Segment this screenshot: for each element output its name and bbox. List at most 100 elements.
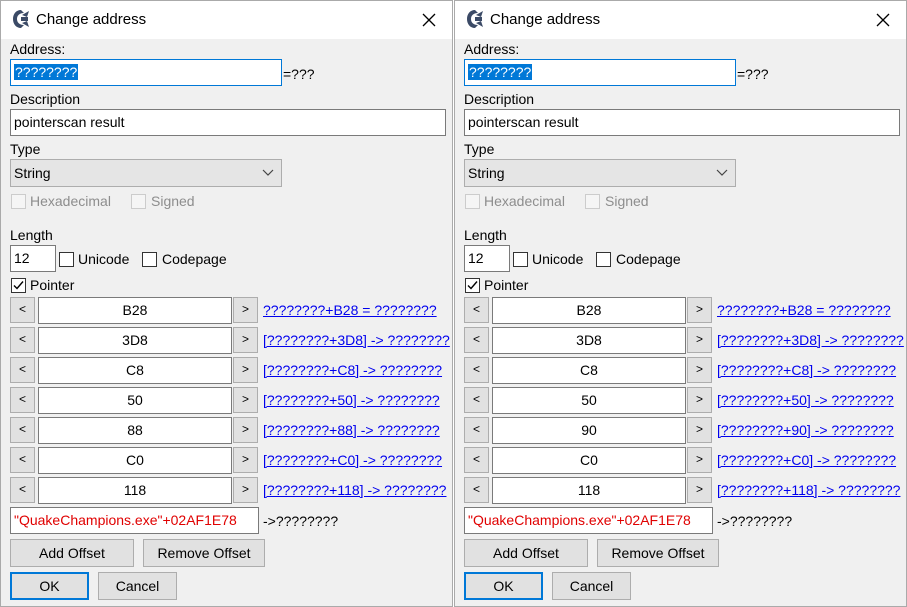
offset-increment-button[interactable]: > [233, 447, 258, 473]
offset-increment-button[interactable]: > [687, 327, 712, 353]
ok-button[interactable]: OK [464, 572, 543, 600]
base-address-input[interactable]: "QuakeChampions.exe"+02AF1E78 [10, 507, 259, 534]
pointer-path-link[interactable]: [????????+3D8] -> ???????? [263, 332, 450, 348]
close-button[interactable] [406, 1, 452, 39]
offset-decrement-button[interactable]: < [464, 297, 489, 323]
signed-checkbox[interactable] [585, 194, 600, 209]
pointer-path-link[interactable]: ????????+B28 = ???????? [263, 302, 437, 318]
offset-increment-button[interactable]: > [233, 477, 258, 503]
hexadecimal-checkbox[interactable] [11, 194, 26, 209]
pointer-path-link[interactable]: [????????+90] -> ???????? [717, 422, 894, 438]
type-select[interactable]: String [10, 159, 282, 187]
offset-input[interactable]: C8 [38, 357, 232, 384]
offset-input[interactable]: B28 [38, 297, 232, 324]
unicode-checkbox[interactable] [59, 252, 74, 267]
offset-decrement-button[interactable]: < [10, 417, 35, 443]
offset-increment-button[interactable]: > [687, 297, 712, 323]
hexadecimal-checkbox[interactable] [465, 194, 480, 209]
offset-decrement-button[interactable]: < [10, 357, 35, 383]
type-label: Type [464, 141, 495, 157]
close-icon [876, 13, 890, 27]
codepage-checkbox[interactable] [142, 252, 157, 267]
address-value: ???????? [468, 64, 533, 80]
description-value: pointerscan result [468, 114, 579, 130]
offset-input[interactable]: 3D8 [492, 327, 686, 354]
address-label: Address: [464, 41, 520, 57]
length-label: Length [464, 227, 507, 243]
offset-increment-button[interactable]: > [687, 387, 712, 413]
offset-input[interactable]: C0 [38, 447, 232, 474]
pointer-path-link[interactable]: [????????+88] -> ???????? [263, 422, 440, 438]
pointer-path-link[interactable]: [????????+50] -> ???????? [717, 392, 894, 408]
description-input[interactable]: pointerscan result [464, 109, 900, 136]
offset-decrement-button[interactable]: < [10, 297, 35, 323]
offset-increment-button[interactable]: > [687, 447, 712, 473]
pointer-path-link[interactable]: [????????+118] -> ???????? [263, 482, 446, 498]
offset-decrement-button[interactable]: < [464, 327, 489, 353]
checkmark-icon [467, 281, 478, 290]
title-bar: Change address [455, 1, 906, 39]
cancel-button[interactable]: Cancel [552, 572, 631, 600]
pointer-path-link[interactable]: [????????+50] -> ???????? [263, 392, 440, 408]
length-input[interactable]: 12 [464, 245, 510, 272]
offset-increment-button[interactable]: > [233, 357, 258, 383]
offset-decrement-button[interactable]: < [464, 417, 489, 443]
offset-input[interactable]: 88 [38, 417, 232, 444]
type-select[interactable]: String [464, 159, 736, 187]
offset-input[interactable]: 50 [492, 387, 686, 414]
offset-input[interactable]: 50 [38, 387, 232, 414]
pointer-path-link[interactable]: [????????+C0] -> ???????? [717, 452, 896, 468]
offset-decrement-button[interactable]: < [464, 477, 489, 503]
offset-increment-button[interactable]: > [687, 417, 712, 443]
offset-decrement-button[interactable]: < [10, 477, 35, 503]
offset-input[interactable]: 118 [38, 477, 232, 504]
signed-checkbox[interactable] [131, 194, 146, 209]
offset-increment-button[interactable]: > [233, 387, 258, 413]
offset-decrement-button[interactable]: < [10, 447, 35, 473]
codepage-checkbox[interactable] [596, 252, 611, 267]
offset-increment-button[interactable]: > [233, 417, 258, 443]
offset-input[interactable]: B28 [492, 297, 686, 324]
offset-increment-button[interactable]: > [233, 327, 258, 353]
offset-input[interactable]: C8 [492, 357, 686, 384]
offset-decrement-button[interactable]: < [10, 387, 35, 413]
pointer-checkbox[interactable] [465, 278, 480, 293]
base-address-input[interactable]: "QuakeChampions.exe"+02AF1E78 [464, 507, 713, 534]
pointer-path-link[interactable]: [????????+118] -> ???????? [717, 482, 900, 498]
description-input[interactable]: pointerscan result [10, 109, 446, 136]
type-selected-value: String [468, 165, 505, 181]
remove-offset-button[interactable]: Remove Offset [143, 539, 265, 567]
cancel-button[interactable]: Cancel [98, 572, 177, 600]
length-value: 12 [468, 250, 484, 266]
pointer-path-link[interactable]: [????????+3D8] -> ???????? [717, 332, 904, 348]
pointer-path-link[interactable]: [????????+C8] -> ???????? [717, 362, 896, 378]
offset-input[interactable]: 3D8 [38, 327, 232, 354]
offset-decrement-button[interactable]: < [464, 447, 489, 473]
offset-decrement-button[interactable]: < [464, 387, 489, 413]
pointer-path-link[interactable]: [????????+C0] -> ???????? [263, 452, 442, 468]
address-input[interactable]: ???????? [10, 59, 282, 86]
offset-input[interactable]: 90 [492, 417, 686, 444]
offset-decrement-button[interactable]: < [10, 327, 35, 353]
pointer-path-link[interactable]: [????????+C8] -> ???????? [263, 362, 442, 378]
close-button[interactable] [860, 1, 906, 39]
offset-increment-button[interactable]: > [687, 357, 712, 383]
unicode-checkbox[interactable] [513, 252, 528, 267]
cheat-engine-icon [12, 9, 30, 29]
add-offset-button[interactable]: Add Offset [464, 539, 588, 567]
address-input[interactable]: ???????? [464, 59, 736, 86]
offset-input[interactable]: C0 [492, 447, 686, 474]
add-offset-button[interactable]: Add Offset [10, 539, 134, 567]
remove-offset-button[interactable]: Remove Offset [597, 539, 719, 567]
unicode-label: Unicode [532, 251, 584, 267]
offset-increment-button[interactable]: > [233, 297, 258, 323]
cheat-engine-icon [466, 9, 484, 29]
length-input[interactable]: 12 [10, 245, 56, 272]
pointer-path-link[interactable]: ????????+B28 = ???????? [717, 302, 891, 318]
ok-button[interactable]: OK [10, 572, 89, 600]
offset-decrement-button[interactable]: < [464, 357, 489, 383]
address-label: Address: [10, 41, 66, 57]
pointer-checkbox[interactable] [11, 278, 26, 293]
offset-increment-button[interactable]: > [687, 477, 712, 503]
offset-input[interactable]: 118 [492, 477, 686, 504]
